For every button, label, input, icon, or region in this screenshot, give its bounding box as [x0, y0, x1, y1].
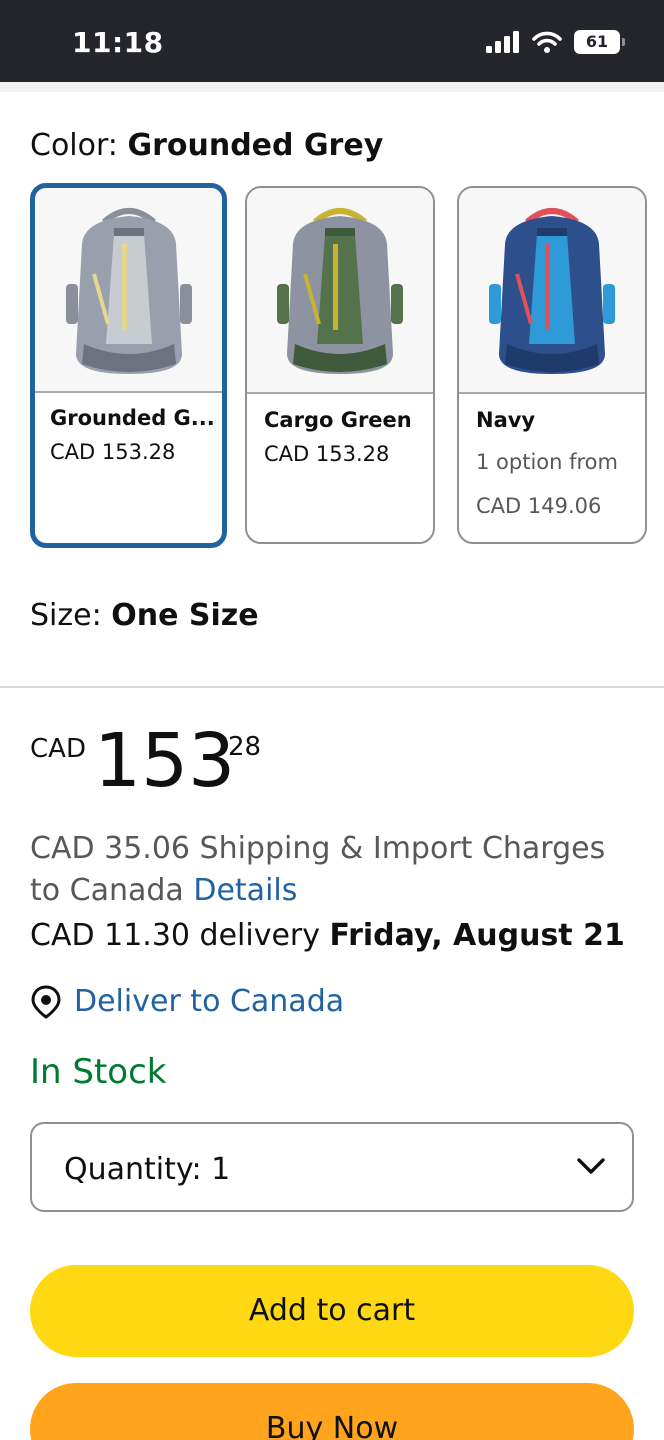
color-option-name: Navy	[476, 408, 536, 432]
status-icons: 61	[486, 30, 625, 54]
backpack-navy-image	[489, 208, 615, 374]
status-bar: 11:18 61	[0, 0, 664, 82]
deliver-to-link[interactable]: Deliver to Canada	[30, 984, 344, 1019]
quantity-dropdown[interactable]: Quantity: 1	[30, 1122, 634, 1212]
color-option-name: Grounded G...	[50, 406, 215, 430]
color-option-price: CAD 153.28	[264, 442, 390, 466]
location-pin-icon	[31, 984, 61, 1019]
cellular-signal-icon	[486, 31, 519, 53]
color-option-price: CAD 149.06	[476, 494, 602, 518]
delivery-date: Friday, August 21	[329, 918, 625, 953]
color-option-cargo-green[interactable]: Cargo Green CAD 153.28	[245, 186, 435, 544]
quantity-value: 1	[211, 1152, 231, 1187]
product-price: CAD 153 28	[30, 724, 330, 804]
shipping-text: CAD 35.06 Shipping & Import Charges to C…	[30, 831, 606, 908]
status-time: 11:18	[72, 26, 164, 59]
quantity-label: Quantity: 1	[64, 1152, 230, 1187]
size-label: Size: One Size	[30, 598, 259, 633]
color-label-text: Color:	[30, 128, 128, 163]
backpack-grounded-grey-image	[65, 208, 192, 374]
size-label-text: Size:	[30, 598, 112, 633]
add-to-cart-button[interactable]: Add to cart	[30, 1265, 634, 1357]
color-label: Color: Grounded Grey	[30, 128, 383, 163]
color-option-price: CAD 153.28	[50, 440, 176, 464]
backpack-image	[35, 188, 222, 393]
price-currency: CAD	[30, 734, 86, 764]
delivery-text: CAD 11.30 delivery	[30, 918, 330, 953]
buy-now-button[interactable]: Buy Now	[30, 1383, 634, 1440]
deliver-to-label[interactable]: Deliver to Canada	[74, 984, 344, 1019]
chevron-down-icon	[577, 1158, 605, 1174]
color-option-availability: 1 option from	[476, 450, 618, 474]
delivery-info: CAD 11.30 delivery Friday, August 21	[30, 918, 625, 953]
color-option-grounded-grey[interactable]: Grounded G... CAD 153.28	[30, 183, 227, 548]
shipping-info: CAD 35.06 Shipping & Import Charges to C…	[30, 828, 630, 912]
backpack-cargo-green-image	[277, 208, 403, 374]
size-value: One Size	[111, 598, 259, 633]
price-whole: 153	[94, 718, 236, 804]
color-value: Grounded Grey	[127, 128, 384, 163]
backpack-image	[459, 188, 645, 394]
wifi-icon	[532, 31, 562, 53]
shipping-details-link[interactable]: Details	[193, 873, 297, 908]
color-option-name: Cargo Green	[264, 408, 412, 432]
section-divider	[0, 686, 664, 688]
price-fraction: 28	[228, 732, 262, 762]
backpack-image	[247, 188, 433, 394]
color-option-navy[interactable]: Navy 1 option from CAD 149.06	[457, 186, 647, 544]
battery-icon: 61	[574, 30, 625, 54]
stock-status: In Stock	[30, 1052, 167, 1092]
quantity-label-text: Quantity:	[64, 1152, 212, 1187]
header-spacer	[0, 82, 664, 92]
